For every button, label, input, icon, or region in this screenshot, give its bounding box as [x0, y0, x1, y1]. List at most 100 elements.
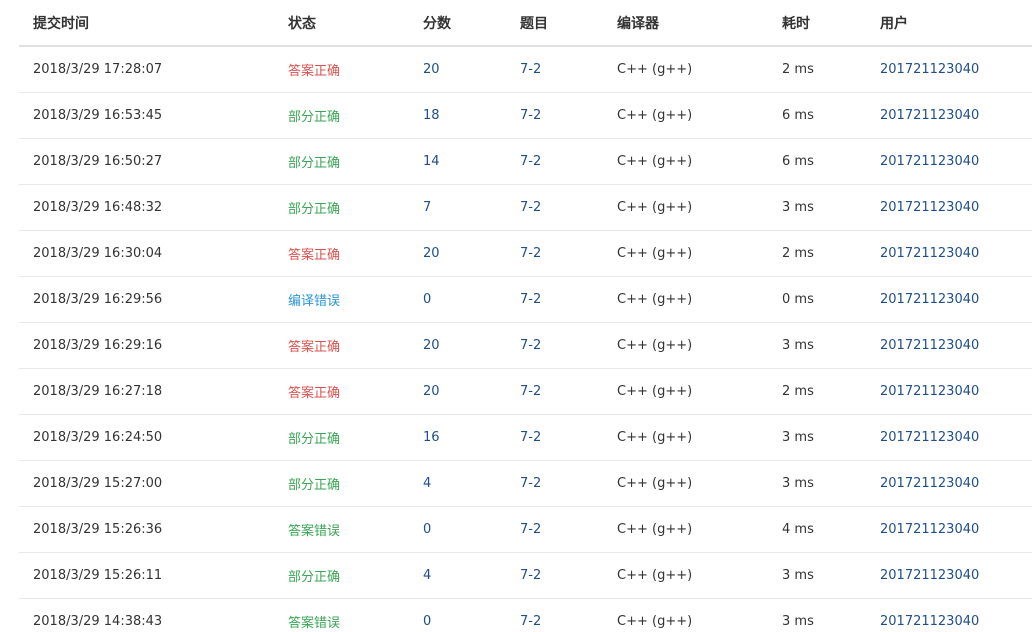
elapsed-value-cell: 6 ms: [768, 92, 866, 139]
status-link[interactable]: 答案错误: [288, 524, 340, 539]
problem-link[interactable]: 7-2: [520, 62, 541, 77]
user-link[interactable]: 201721123040: [880, 614, 979, 629]
score-value-cell: 20: [409, 230, 506, 277]
problem-link[interactable]: 7-2: [520, 522, 541, 537]
submit-time: 2018/3/29 16:29:56: [33, 291, 163, 307]
submit-time-cell: 2018/3/29 15:26:36: [19, 506, 274, 553]
problem-link[interactable]: 7-2: [520, 384, 541, 399]
problem-link[interactable]: 7-2: [520, 292, 541, 307]
compiler-value: C++ (g++): [617, 199, 693, 215]
score-value: 4: [423, 567, 432, 583]
user-link-cell: 201721123040: [866, 92, 1032, 139]
status-link[interactable]: 部分正确: [288, 202, 340, 217]
user-link-cell: 201721123040: [866, 230, 1032, 277]
score-value-cell: 18: [409, 92, 506, 139]
user-link[interactable]: 201721123040: [880, 108, 979, 123]
table-row: 2018/3/29 15:27:00 部分正确 4 7-2 C++ (g++) 3 ms 2…: [19, 460, 1032, 507]
user-link[interactable]: 201721123040: [880, 476, 979, 491]
user-link[interactable]: 201721123040: [880, 246, 979, 261]
elapsed-value-cell: 3 ms: [768, 322, 866, 369]
elapsed-value-cell: 2 ms: [768, 46, 866, 93]
submit-time: 2018/3/29 16:30:04: [33, 245, 163, 261]
status-link[interactable]: 答案正确: [288, 386, 340, 401]
status-link[interactable]: 部分正确: [288, 432, 340, 447]
score-value: 0: [423, 613, 432, 629]
status-link[interactable]: 答案错误: [288, 616, 340, 631]
status-link[interactable]: 答案正确: [288, 248, 340, 263]
user-link[interactable]: 201721123040: [880, 154, 979, 169]
user-link[interactable]: 201721123040: [880, 200, 979, 215]
problem-link[interactable]: 7-2: [520, 154, 541, 169]
table-row: 2018/3/29 14:38:43 答案错误 0 7-2 C++ (g++) 3 ms 2…: [19, 598, 1032, 632]
elapsed-value-cell: 3 ms: [768, 552, 866, 599]
user-link[interactable]: 201721123040: [880, 62, 979, 77]
submit-time-cell: 2018/3/29 16:29:56: [19, 276, 274, 323]
score-value-cell: 16: [409, 414, 506, 461]
submit-time: 2018/3/29 17:28:07: [33, 61, 163, 77]
status-link[interactable]: 部分正确: [288, 478, 340, 493]
score-value: 20: [423, 383, 440, 399]
submit-time: 2018/3/29 16:27:18: [33, 383, 163, 399]
submit-time-cell: 2018/3/29 16:48:32: [19, 184, 274, 231]
table-row: 2018/3/29 15:26:11 部分正确 4 7-2 C++ (g++) 3 ms 2…: [19, 552, 1032, 599]
compiler-value: C++ (g++): [617, 567, 693, 583]
elapsed-value: 3 ms: [782, 613, 814, 629]
submit-time: 2018/3/29 15:27:00: [33, 475, 163, 491]
score-value-cell: 4: [409, 460, 506, 507]
score-value-cell: 0: [409, 276, 506, 323]
status-link-cell: 部分正确: [274, 92, 409, 139]
score-value: 16: [423, 429, 440, 445]
status-link-cell: 答案正确: [274, 46, 409, 93]
status-link[interactable]: 答案正确: [288, 64, 340, 79]
submit-time-cell: 2018/3/29 14:38:43: [19, 598, 274, 632]
status-link[interactable]: 答案正确: [288, 340, 340, 355]
elapsed-value: 6 ms: [782, 107, 814, 123]
elapsed-value-cell: 3 ms: [768, 414, 866, 461]
problem-link[interactable]: 7-2: [520, 108, 541, 123]
compiler-value-cell: C++ (g++): [603, 598, 768, 632]
header-time: 提交时间: [19, 0, 274, 47]
compiler-value: C++ (g++): [617, 383, 693, 399]
problem-link-cell: 7-2: [506, 276, 603, 323]
user-link[interactable]: 201721123040: [880, 292, 979, 307]
header-score: 分数: [409, 0, 506, 47]
problem-link[interactable]: 7-2: [520, 246, 541, 261]
compiler-value: C++ (g++): [617, 61, 693, 77]
problem-link-cell: 7-2: [506, 506, 603, 553]
status-link[interactable]: 编译错误: [288, 294, 340, 309]
problem-link-cell: 7-2: [506, 414, 603, 461]
table-header: 提交时间 状态 分数 题目 编译器 耗时 用户: [19, 0, 1032, 47]
status-link-cell: 部分正确: [274, 552, 409, 599]
status-link-cell: 部分正确: [274, 138, 409, 185]
elapsed-value: 6 ms: [782, 153, 814, 169]
problem-link[interactable]: 7-2: [520, 430, 541, 445]
problem-link-cell: 7-2: [506, 230, 603, 277]
problem-link[interactable]: 7-2: [520, 568, 541, 583]
table-row: 2018/3/29 17:28:07 答案正确 20 7-2 C++ (g++) 2 ms…: [19, 46, 1032, 93]
problem-link[interactable]: 7-2: [520, 338, 541, 353]
status-link[interactable]: 部分正确: [288, 110, 340, 125]
status-link[interactable]: 部分正确: [288, 156, 340, 171]
submit-time-cell: 2018/3/29 17:28:07: [19, 46, 274, 93]
user-link[interactable]: 201721123040: [880, 338, 979, 353]
user-link[interactable]: 201721123040: [880, 384, 979, 399]
user-link[interactable]: 201721123040: [880, 522, 979, 537]
problem-link-cell: 7-2: [506, 322, 603, 369]
elapsed-value: 0 ms: [782, 291, 814, 307]
elapsed-value: 4 ms: [782, 521, 814, 537]
user-link[interactable]: 201721123040: [880, 430, 979, 445]
submit-time-cell: 2018/3/29 16:30:04: [19, 230, 274, 277]
header-status: 状态: [274, 0, 409, 47]
elapsed-value: 2 ms: [782, 61, 814, 77]
submit-time: 2018/3/29 16:48:32: [33, 199, 163, 215]
header-elapsed: 耗时: [768, 0, 866, 47]
problem-link[interactable]: 7-2: [520, 200, 541, 215]
user-link-cell: 201721123040: [866, 460, 1032, 507]
problem-link[interactable]: 7-2: [520, 476, 541, 491]
score-value-cell: 7: [409, 184, 506, 231]
status-link[interactable]: 部分正确: [288, 570, 340, 585]
status-link-cell: 部分正确: [274, 414, 409, 461]
problem-link[interactable]: 7-2: [520, 614, 541, 629]
user-link[interactable]: 201721123040: [880, 568, 979, 583]
problem-link-cell: 7-2: [506, 184, 603, 231]
